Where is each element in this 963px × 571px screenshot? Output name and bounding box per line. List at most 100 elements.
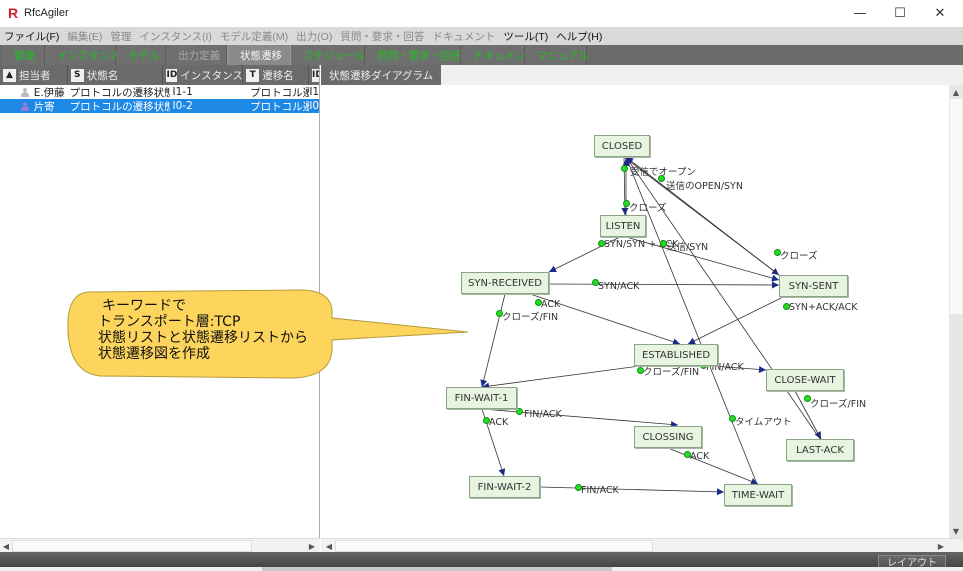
edge-label[interactable]: クローズ [629,200,667,214]
edge-label[interactable]: 送信/SYN [667,239,708,253]
state-node-close-wait[interactable]: CLOSE-WAIT [766,369,844,391]
edge-handle-dot[interactable] [660,240,667,247]
scroll-right-arrow-icon[interactable]: ▶ [935,539,947,553]
list-row[interactable]: E.伊藤 プロトコルの遷移状態 I1-1 プロトコル遷移 I1 [0,85,319,99]
scroll-right-arrow-icon[interactable]: ▶ [306,539,318,553]
t-icon: T [246,68,260,82]
state-node-last-ack[interactable]: LAST-ACK [786,439,854,461]
tab-instance[interactable]: インスタンス [45,45,120,65]
edge-label[interactable]: SYN+ACK/ACK [789,302,858,313]
person-icon [20,101,30,111]
state-node-fin-wait-1[interactable]: FIN-WAIT-1 [446,387,517,409]
callout-line: 状態リストと状態遷移リストから [98,330,308,346]
column-transition[interactable]: T 遷移名 [243,65,310,85]
edge-label[interactable]: 送信のOPEN/SYN [666,178,743,192]
tab-qa[interactable]: 質問・要求・回答 [365,45,461,65]
edge-handle-dot[interactable] [516,408,523,415]
column-state-name-label: 状態名 [86,69,119,82]
callout-line: 状態遷移図を作成 [98,346,210,362]
diagram-horizontal-scrollbar[interactable]: ◀ ▶ [321,538,963,552]
arrowhead-icon [498,468,506,476]
edge-label[interactable]: SYN/ACK [598,281,639,292]
tab-manage[interactable]: 管理 [2,45,45,65]
edge-label[interactable]: タイムアウト [735,414,792,428]
tab-document[interactable]: ドキュメント [461,45,536,65]
edge-label[interactable]: クローズ/FIN [643,364,699,378]
state-node-listen[interactable]: LISTEN [600,215,646,237]
scrollbar-thumb[interactable] [12,540,252,552]
state-name-cell: プロトコルの遷移状態 [69,100,170,113]
transition-cell: プロトコル遷移 [250,86,310,99]
edge-handle-dot[interactable] [658,175,665,182]
callout-line: キーワードで [102,298,186,314]
state-name-cell: プロトコルの遷移状態 [69,86,170,99]
column-transition-label: 遷移名 [262,69,294,82]
menu-file[interactable]: ファイル(F) [4,29,59,44]
arrowhead-icon [621,207,629,215]
state-node-syn-sent[interactable]: SYN-SENT [779,275,848,297]
edge-syn_received-to-fin_wait_1 [481,293,506,388]
state-node-closed[interactable]: CLOSED [594,135,650,157]
edge-fin_wait_2-to-time_wait [539,486,725,493]
menu-output[interactable]: 出力(O) [296,29,332,44]
diagram-vertical-scrollbar[interactable]: ▲ ▼ [949,85,963,538]
owner-cell: 片寄 [33,100,55,113]
column-state-name[interactable]: S 状態名 [68,65,164,85]
menu-tools[interactable]: ツール(T) [503,29,548,44]
state-node-clossing[interactable]: CLOSSING [634,426,702,448]
menu-edit[interactable]: 編集(E) [67,29,102,44]
column-instance-id-label: インスタンスID [180,69,243,82]
scrollbar-thumb[interactable] [262,567,612,571]
scroll-left-arrow-icon[interactable]: ◀ [0,539,12,553]
edge-label[interactable]: ACK [489,417,508,428]
state-node-fin-wait-2[interactable]: FIN-WAIT-2 [469,476,540,498]
owner-cell: E.伊藤 [33,86,65,99]
scroll-up-arrow-icon[interactable]: ▲ [950,85,962,99]
window-horizontal-scrollbar[interactable] [0,567,963,571]
column-owner[interactable]: ▲ 担当者 [0,65,68,85]
edge-label[interactable]: クローズ/FIN [810,396,866,410]
edge-handle-dot[interactable] [621,165,628,172]
close-button[interactable]: ✕ [920,0,960,27]
edge-label[interactable]: FIN/ACK [581,485,619,496]
instance-id-cell: I0-2 [172,100,193,112]
tab-output-def[interactable]: 出力定義 [166,45,227,65]
menu-manage[interactable]: 管理 [110,29,131,44]
menu-instance[interactable]: インスタンス(I) [139,29,212,44]
main-tab-bar: 管理 インスタンス モデル 出力定義 状態遷移 スケジュール 質問・要求・回答 … [0,45,963,65]
minimize-button[interactable]: — [840,0,880,27]
edge-label[interactable]: FIN/ACK [524,409,562,420]
callout-text: キーワードで トランスポート層:TCP 状態リストと状態遷移リストから 状態遷移… [98,298,308,362]
column-id2[interactable]: ID [309,65,319,85]
maximize-button[interactable]: ☐ [880,0,920,27]
diagram-tab-bar: 状態遷移ダイアグラム [321,65,963,85]
edge-label[interactable]: ACK [690,451,709,462]
id2-cell: I0 [309,100,319,112]
column-instance-id[interactable]: ID インスタンスID [163,65,244,85]
tab-manual[interactable]: マニュアル [525,45,589,65]
tab-schedule[interactable]: スケジュール [291,45,365,65]
app-logo-icon: R [8,5,19,21]
scroll-left-arrow-icon[interactable]: ◀ [323,539,335,553]
menu-bar: ファイル(F) 編集(E) 管理 インスタンス(I) モデル定義(M) 出力(O… [0,27,963,45]
edge-label[interactable]: クローズ [780,248,818,262]
arrowhead-icon [716,488,724,496]
left-horizontal-scrollbar[interactable]: ◀ ▶ [0,538,320,552]
state-node-established[interactable]: ESTABLISHED [634,344,718,366]
list-row-selected[interactable]: 片寄 プロトコルの遷移状態 I0-2 プロトコル遷移 I0 [0,99,319,113]
scroll-down-arrow-icon[interactable]: ▼ [950,524,962,538]
tab-state-transition[interactable]: 状態遷移 [227,45,291,65]
column-owner-label: 担当者 [19,69,51,82]
state-node-time-wait[interactable]: TIME-WAIT [724,484,792,506]
menu-model-def[interactable]: モデル定義(M) [220,29,288,44]
transition-cell: プロトコル遷移 [250,100,310,113]
scrollbar-thumb[interactable] [335,540,653,552]
menu-help[interactable]: ヘルプ(H) [556,29,602,44]
edge-label[interactable]: クローズ/FIN [502,309,558,323]
menu-document[interactable]: ドキュメント [432,29,495,44]
tab-model[interactable]: モデル [116,45,166,65]
scrollbar-thumb[interactable] [950,99,962,314]
tab-state-diagram[interactable]: 状態遷移ダイアグラム [321,65,442,85]
menu-qa[interactable]: 質問・要求・回答 [340,29,424,44]
id-icon: ID [312,68,319,82]
